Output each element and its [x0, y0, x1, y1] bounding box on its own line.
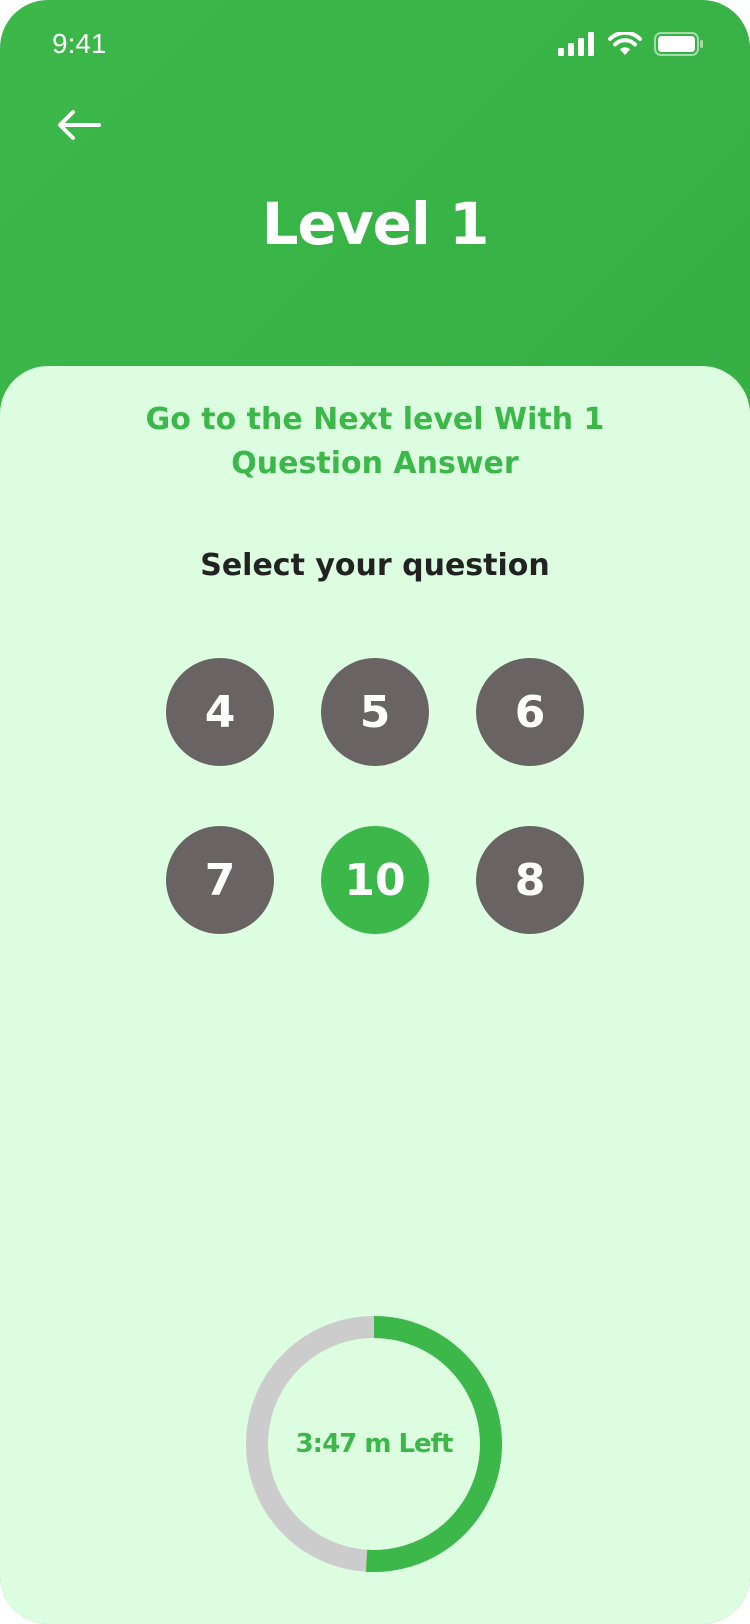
status-time: 9:41: [52, 28, 107, 59]
question-button-10[interactable]: 10: [321, 826, 429, 934]
back-button[interactable]: [54, 100, 104, 150]
level-instruction: Go to the Next level With 1 Question Ans…: [145, 402, 605, 481]
battery-icon: [654, 32, 703, 56]
question-button-8[interactable]: 8: [476, 826, 584, 934]
question-button-5[interactable]: 5: [321, 658, 429, 766]
status-icons: [558, 32, 704, 56]
status-bar: 9:41: [0, 0, 750, 92]
countdown-timer: 3:47 m Left: [244, 1314, 504, 1574]
wifi-icon: [608, 32, 642, 55]
question-button-7[interactable]: 7: [166, 826, 274, 934]
arrow-left-icon: [58, 110, 101, 140]
question-button-6[interactable]: 6: [476, 658, 584, 766]
question-button-4[interactable]: 4: [166, 658, 274, 766]
signal-icon: [558, 32, 594, 56]
phone-screen: 9:41 Level 1 Go to the Next level With 1…: [0, 0, 750, 1624]
page-title: Level 1: [261, 190, 490, 258]
select-question-label: Select your question: [200, 548, 550, 583]
content-card: Go to the Next level With 1 Question Ans…: [0, 366, 750, 1624]
timer-label: 3:47 m Left: [295, 1429, 454, 1459]
question-grid: 4 5 6 7 10 8: [166, 658, 586, 934]
